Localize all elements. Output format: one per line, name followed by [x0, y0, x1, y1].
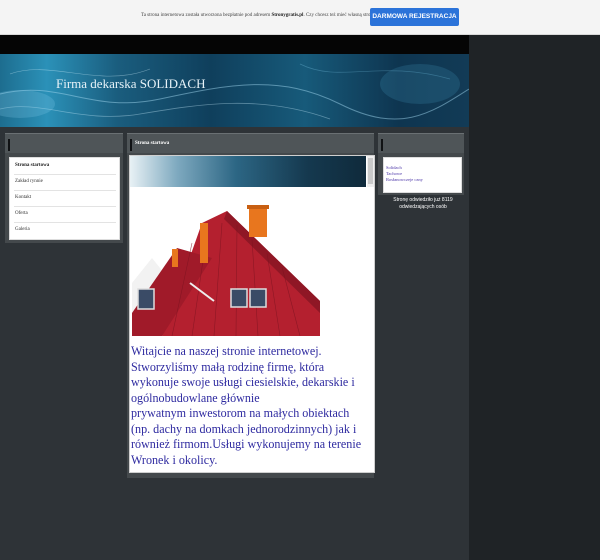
- promo-bar: Ta strona internetowa została utworzona …: [0, 0, 600, 35]
- text-line: Witajcie na naszej stronie internetowej.: [131, 344, 322, 358]
- menu-item-gallery[interactable]: Galeria: [14, 222, 116, 238]
- header-marker: [381, 139, 383, 151]
- header-marker: [8, 139, 10, 151]
- menu-item-contact[interactable]: Kontakt: [14, 190, 116, 207]
- content-heading: Strona startowa: [135, 141, 170, 146]
- roof-photo: [132, 203, 320, 336]
- text-line: prywatnym inwestorom na małych obiektach…: [131, 406, 362, 467]
- visitor-counter-line: odwiedzających osób: [399, 203, 447, 210]
- header-marker: [130, 139, 132, 151]
- promo-text-end: . Czy chcesz też mieć własną stronę?: [303, 13, 378, 18]
- promo-text: Ta strona internetowa została utworzona …: [141, 13, 377, 18]
- scrollbar-thumb[interactable]: [368, 158, 373, 184]
- menu-item-gutters[interactable]: Zakład rynnie: [14, 174, 116, 191]
- header-banner: Firma dekarska SOLIDACH: [0, 54, 469, 127]
- welcome-text: Witajcie na naszej stronie internetowej.…: [131, 344, 371, 468]
- link-item[interactable]: Tachowe: [386, 171, 402, 176]
- promo-text-start: Ta strona internetowa została utworzona …: [141, 13, 272, 18]
- content-area: Witajcie na naszej stronie internetowej.…: [129, 155, 375, 473]
- text-line: Stworzyliśmy małą rodzinę firmę, która w…: [131, 359, 355, 405]
- content-scrollbar[interactable]: [367, 156, 374, 187]
- top-bar: [0, 35, 469, 54]
- link-item[interactable]: Rosłanowczeje czny: [386, 177, 423, 182]
- links-list: Solidach Tachowe Rosłanowczeje czny: [383, 157, 462, 193]
- visitor-counter: Stronę odwiedziło już 8119 odwiedzającyc…: [380, 197, 466, 210]
- promo-site-link[interactable]: Stronygratis.pl: [271, 13, 303, 18]
- menu-item-home[interactable]: Strona startowa: [14, 158, 116, 175]
- page-margin-right: [469, 35, 600, 560]
- main-menu: Strona startowa Zakład rynnie Kontakt Of…: [9, 157, 120, 240]
- menu-item-offer[interactable]: Oferta: [14, 206, 116, 223]
- link-item[interactable]: Solidach: [386, 165, 402, 170]
- site-title: Firma dekarska SOLIDACH: [56, 76, 206, 91]
- content-header-image: [130, 156, 366, 187]
- register-button[interactable]: DARMOWA REJESTRACJA: [370, 8, 459, 26]
- roof-illustration: [132, 203, 320, 336]
